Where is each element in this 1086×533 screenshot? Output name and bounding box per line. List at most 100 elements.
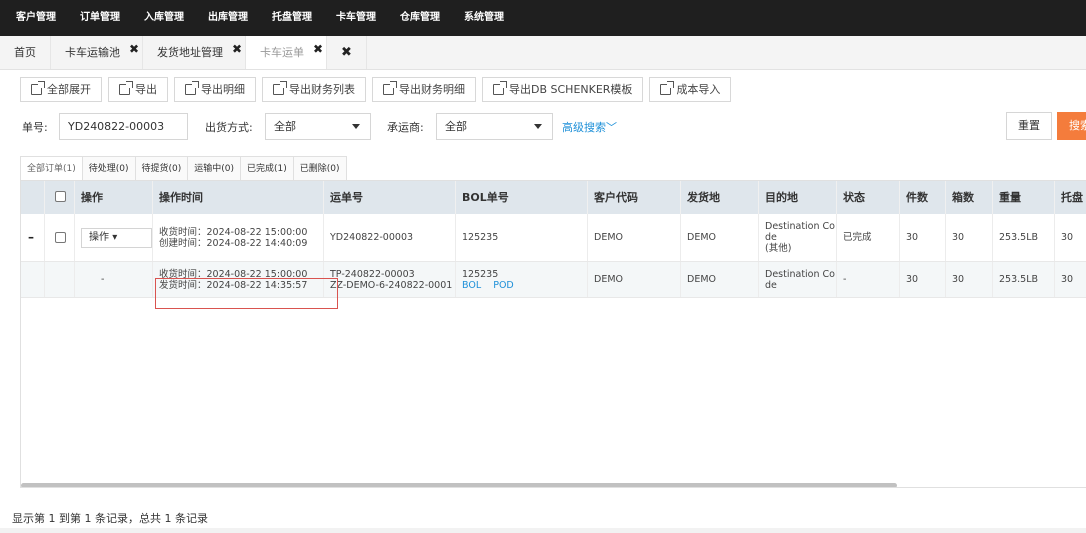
tab-awaiting-pickup[interactable]: 待提货(0) xyxy=(134,156,189,180)
col-weight: 重量 xyxy=(993,181,1055,214)
export-finance-list-button[interactable]: 导出财务列表 xyxy=(262,77,366,102)
waybill-no: YD240822-00003 xyxy=(330,232,414,243)
export-icon xyxy=(31,81,45,95)
close-icon[interactable]: ✖ xyxy=(313,33,323,66)
close-all-tabs-button[interactable]: ✖ xyxy=(327,36,367,69)
tab-label: 首页 xyxy=(14,46,36,59)
tab-ship-address[interactable]: 发货地址管理 ✖ xyxy=(143,36,246,69)
button-label: 成本导入 xyxy=(676,83,721,96)
nav-outbound[interactable]: 出库管理 xyxy=(196,0,260,36)
table-header: 操作 操作时间 运单号 BOL单号 客户代码 发货地 目的地 状态 件数 箱数 … xyxy=(21,181,1086,214)
tab-pending[interactable]: 待处理(0) xyxy=(81,156,136,180)
row-waybill: TP-240822-00003 ZZ-DEMO-6-240822-0001 xyxy=(324,262,456,297)
nav-system[interactable]: 系统管理 xyxy=(452,0,516,36)
export-icon xyxy=(119,81,133,95)
select-all-header xyxy=(45,181,75,214)
close-icon[interactable]: ✖ xyxy=(232,33,242,66)
destination-line: de xyxy=(765,279,777,291)
col-customer-code: 客户代码 xyxy=(588,181,681,214)
tab-all-orders[interactable]: 全部订单(1) xyxy=(20,156,83,180)
col-action: 操作 xyxy=(75,181,153,214)
destination-line: Destination Co xyxy=(765,268,835,280)
destination-line: (其他) xyxy=(765,243,792,254)
order-no-input[interactable]: YD240822-00003 xyxy=(59,113,188,140)
nav-warehouse[interactable]: 仓库管理 xyxy=(388,0,452,36)
tab-label: 卡车运输池 xyxy=(65,46,120,59)
col-op-time: 操作时间 xyxy=(153,181,324,214)
row-action-dropdown[interactable]: 操作 ▾ xyxy=(81,227,152,248)
carrier-select[interactable]: 全部 xyxy=(436,113,553,140)
status-tabs: 全部订单(1) 待处理(0) 待提货(0) 运输中(0) 已完成(1) 已删除(… xyxy=(20,156,347,180)
export-icon xyxy=(493,81,507,95)
nav-inbound[interactable]: 入库管理 xyxy=(132,0,196,36)
tab-label: 发货地址管理 xyxy=(157,46,223,59)
bol-link[interactable]: BOL xyxy=(462,280,481,291)
expand-all-button[interactable]: 全部展开 xyxy=(20,77,102,102)
tab-in-transit[interactable]: 运输中(0) xyxy=(187,156,241,180)
tab-completed[interactable]: 已完成(1) xyxy=(240,156,294,180)
row-waybill: YD240822-00003 xyxy=(324,214,456,261)
tab-truck-waybill[interactable]: 卡车运单 ✖ xyxy=(246,36,327,69)
chevron-down-icon: ﹀ xyxy=(606,121,617,134)
row-boxes: 30 xyxy=(946,214,993,261)
row-destination: Destination Co de xyxy=(759,262,837,297)
bottom-strip xyxy=(0,528,1086,533)
export-button[interactable]: 导出 xyxy=(108,77,168,102)
row-op-time: 收货时间：2024-08-22 15:00:00 创建时间：2024-08-22… xyxy=(153,214,324,261)
export-icon xyxy=(185,81,199,95)
row-status: 已完成 xyxy=(837,214,900,261)
ship-mode-label: 出货方式: xyxy=(205,121,253,134)
cost-import-button[interactable]: 成本导入 xyxy=(649,77,732,102)
close-icon[interactable]: ✖ xyxy=(129,33,139,66)
row-checkbox-cell xyxy=(45,214,75,261)
col-status: 状态 xyxy=(837,181,900,214)
row-weight: 253.5LB xyxy=(993,214,1055,261)
row-boxes: 30 xyxy=(946,262,993,297)
col-bol: BOL单号 xyxy=(456,181,588,214)
row-action-cell: 操作 ▾ xyxy=(75,214,153,261)
receive-time: 收货时间：2024-08-22 15:00:00 xyxy=(159,226,308,238)
bol-no: 125235 xyxy=(462,268,499,280)
advanced-search-link[interactable]: 高级搜索﹀ xyxy=(562,119,617,135)
select-value: 全部 xyxy=(274,120,296,133)
import-icon xyxy=(660,81,675,95)
row-pallets: 30 xyxy=(1055,214,1086,261)
expander-header xyxy=(21,181,45,214)
button-label: 导出DB SCHENKER模板 xyxy=(509,83,633,96)
nav-trucks[interactable]: 卡车管理 xyxy=(324,0,388,36)
chevron-down-icon xyxy=(352,124,360,129)
advanced-search-label: 高级搜索 xyxy=(562,121,606,134)
tab-truck-pool[interactable]: 卡车运输池 ✖ xyxy=(51,36,143,69)
button-label: 导出财务明细 xyxy=(399,83,465,96)
nav-customer[interactable]: 客户管理 xyxy=(0,0,68,36)
export-finance-detail-button[interactable]: 导出财务明细 xyxy=(372,77,476,102)
collapse-icon[interactable]: – xyxy=(28,231,44,243)
tab-deleted[interactable]: 已删除(0) xyxy=(292,156,347,180)
nav-orders[interactable]: 订单管理 xyxy=(68,0,132,36)
col-boxes: 箱数 xyxy=(946,181,993,214)
row-expander[interactable]: – xyxy=(21,214,45,261)
row-checkbox[interactable] xyxy=(55,232,66,243)
pagination-info: 显示第 1 到第 1 条记录，总共 1 条记录 xyxy=(12,512,208,525)
row-status: - xyxy=(837,262,900,297)
select-all-checkbox[interactable] xyxy=(55,191,66,202)
table-row[interactable]: – 操作 ▾ 收货时间：2024-08-22 15:00:00 创建时间：202… xyxy=(21,214,1086,262)
col-origin: 发货地 xyxy=(681,181,759,214)
export-icon xyxy=(383,81,397,95)
button-label: 全部展开 xyxy=(47,83,91,96)
export-db-schenker-button[interactable]: 导出DB SCHENKER模板 xyxy=(482,77,644,102)
tab-home[interactable]: 首页 xyxy=(0,36,51,69)
nav-pallets[interactable]: 托盘管理 xyxy=(260,0,324,36)
filter-bar: 单号: YD240822-00003 出货方式: 全部 承运商: 全部 高级搜索… xyxy=(0,111,1086,141)
tracking-no: ZZ-DEMO-6-240822-0001 xyxy=(330,279,453,291)
ship-mode-select[interactable]: 全部 xyxy=(265,113,371,140)
pod-link[interactable]: POD xyxy=(493,280,514,291)
toolbar: 全部展开 导出 导出明细 导出财务列表 导出财务明细 导出DB SCHENKER… xyxy=(20,77,732,102)
row-customer: DEMO xyxy=(588,262,681,297)
create-time: 创建时间：2024-08-22 14:40:09 xyxy=(159,237,308,249)
horizontal-scrollbar[interactable] xyxy=(21,483,897,487)
search-button[interactable]: 搜索 xyxy=(1057,112,1086,140)
export-detail-button[interactable]: 导出明细 xyxy=(174,77,256,102)
reset-button[interactable]: 重置 xyxy=(1006,112,1052,140)
row-pallets: 30 xyxy=(1055,262,1086,297)
